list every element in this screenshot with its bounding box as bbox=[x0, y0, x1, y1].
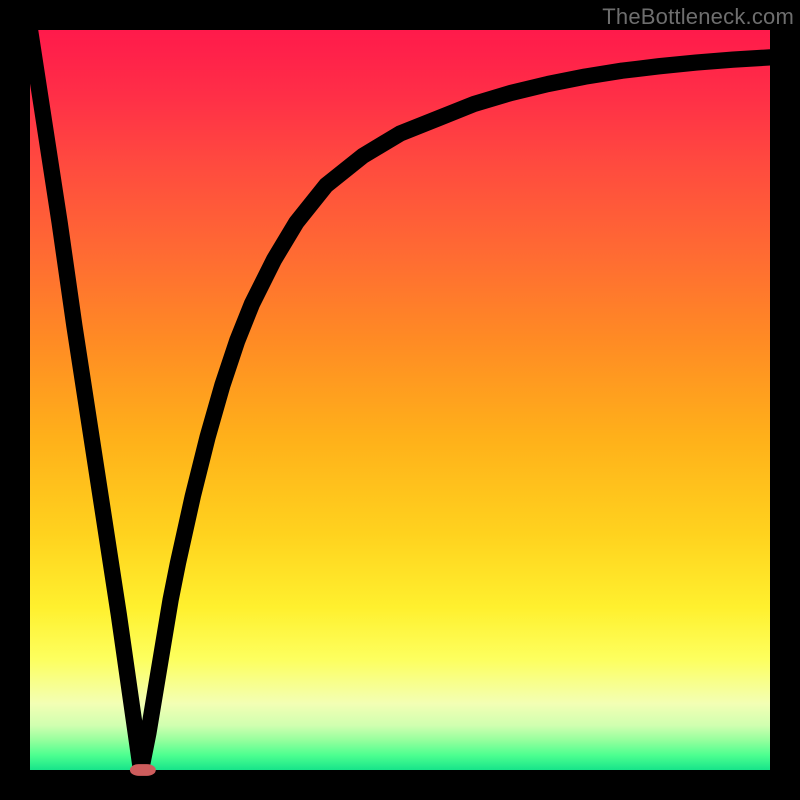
bottleneck-curve bbox=[30, 30, 770, 770]
plot-area bbox=[30, 30, 770, 770]
chart-frame: TheBottleneck.com bbox=[0, 0, 800, 800]
chart-svg bbox=[30, 30, 770, 770]
optimal-zone-marker bbox=[130, 764, 156, 776]
watermark-text: TheBottleneck.com bbox=[602, 4, 794, 30]
